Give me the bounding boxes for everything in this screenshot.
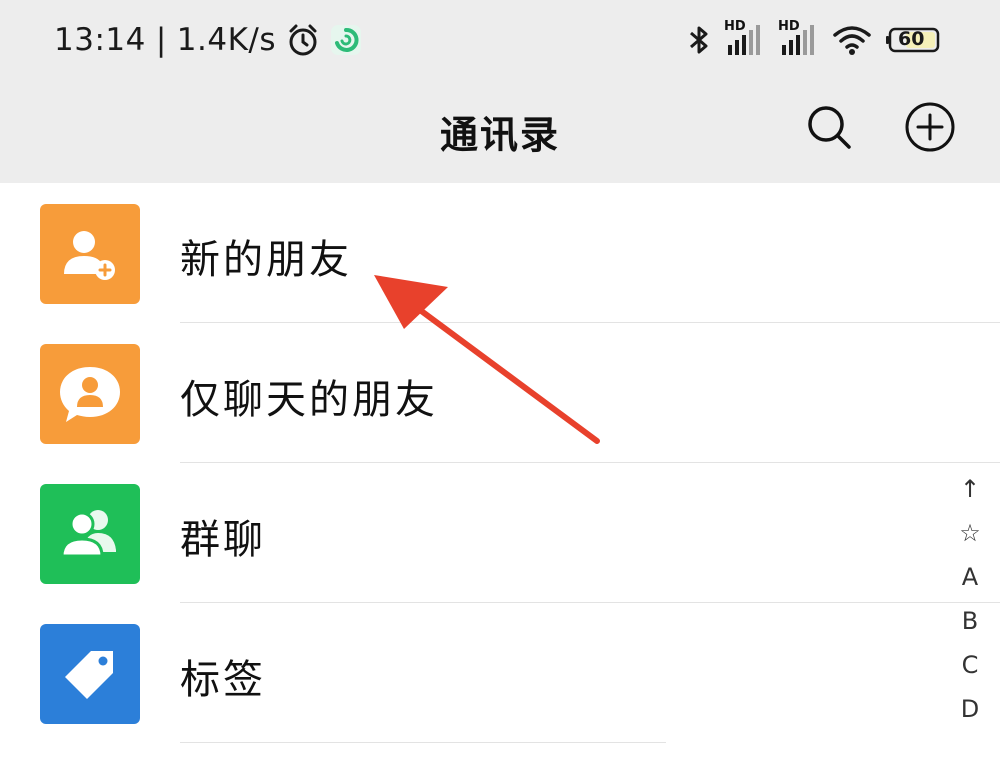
- navigation-bar: 通讯录: [0, 80, 1000, 183]
- add-circle-icon: [905, 102, 955, 152]
- add-friend-icon: [40, 204, 140, 304]
- bluetooth-icon: [688, 23, 710, 57]
- add-button[interactable]: [903, 100, 957, 154]
- tag-icon: [40, 624, 140, 724]
- menu-item-chat-only-friends[interactable]: 仅聊天的朋友: [0, 323, 1000, 463]
- network-speed: 1.4K/s: [176, 22, 277, 58]
- status-separator: |: [155, 22, 167, 58]
- top-area: 13:14 | 1.4K/s HD HD 60 通讯录: [0, 0, 1000, 183]
- search-button[interactable]: [802, 100, 856, 154]
- menu-item-label: 仅聊天的朋友: [180, 377, 438, 423]
- status-time: 13:14: [54, 22, 146, 58]
- index-item-d[interactable]: D: [961, 687, 979, 719]
- menu-item-new-friends[interactable]: 新的朋友: [0, 183, 1000, 323]
- chat-only-friend-icon: [40, 344, 140, 444]
- alarm-icon: [286, 23, 320, 57]
- index-item-c[interactable]: C: [962, 643, 979, 687]
- status-left: 13:14 | 1.4K/s: [54, 18, 362, 62]
- divider: [180, 742, 666, 743]
- menu-item-group-chats[interactable]: 群聊: [0, 463, 1000, 603]
- menu-item-tags[interactable]: 标签: [0, 603, 1000, 743]
- index-item-top[interactable]: ↑: [960, 467, 980, 511]
- signal-icon: HD: [778, 19, 818, 57]
- group-chat-icon: [40, 484, 140, 584]
- signal-hd-label: HD: [724, 19, 746, 34]
- menu-item-label: 群聊: [180, 517, 266, 563]
- index-item-star[interactable]: ☆: [959, 511, 981, 555]
- index-item-b[interactable]: B: [962, 599, 978, 643]
- index-item-a[interactable]: A: [962, 555, 978, 599]
- signal-icon: HD: [724, 19, 764, 57]
- app-notification-icon: [330, 24, 362, 56]
- status-right: HD HD 60: [688, 18, 942, 62]
- search-icon: [808, 106, 851, 149]
- menu-item-label: 新的朋友: [180, 237, 352, 283]
- battery-icon: 60: [886, 27, 942, 53]
- wifi-icon: [832, 24, 872, 56]
- status-bar: 13:14 | 1.4K/s HD HD 60: [0, 0, 1000, 80]
- signal-hd-label: HD: [778, 19, 800, 34]
- battery-level: 60: [898, 28, 925, 50]
- alphabet-index-bar[interactable]: ↑ ☆ A B C D: [958, 467, 982, 719]
- menu-item-label: 标签: [180, 657, 266, 703]
